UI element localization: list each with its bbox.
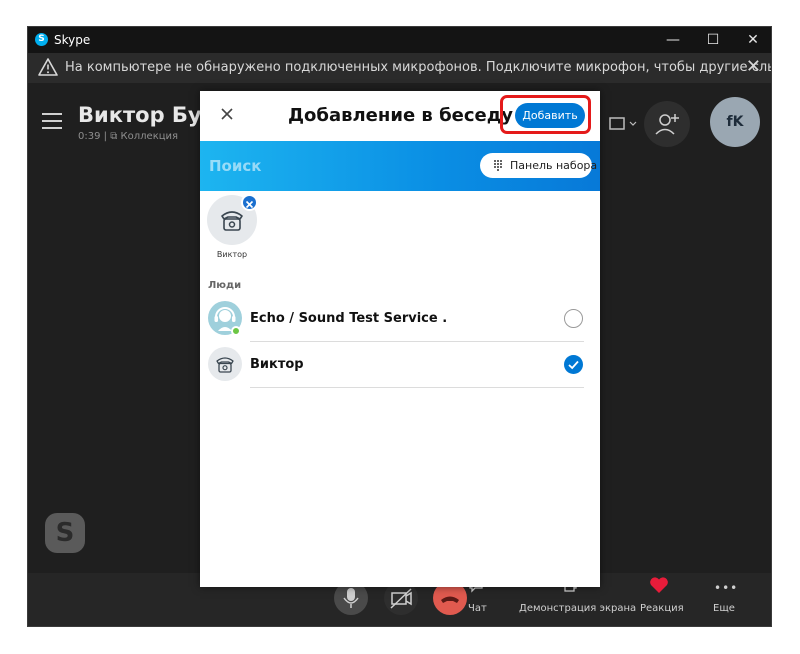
- add-person-icon: [655, 114, 679, 135]
- checkmark-icon: [568, 360, 579, 370]
- close-icon: [245, 200, 254, 209]
- minimize-button[interactable]: —: [653, 27, 693, 53]
- call-timer: 0:39: [78, 131, 101, 142]
- close-window-button[interactable]: ✕: [733, 27, 771, 53]
- add-button[interactable]: Добавить: [515, 103, 585, 128]
- remove-chip-button[interactable]: [241, 194, 258, 211]
- window-title: Skype: [54, 33, 91, 47]
- dialpad-icon: [494, 160, 502, 171]
- call-subtitle: 0:39 | ⧉ Коллекция: [78, 131, 178, 142]
- skype-logo-icon: S: [35, 33, 48, 46]
- more-icon[interactable]: •••: [714, 581, 738, 595]
- dialog-title: Добавление в беседу: [288, 105, 513, 126]
- more-label[interactable]: Еще: [713, 603, 735, 614]
- select-radio[interactable]: [564, 309, 583, 328]
- microphone-warning-bar: На компьютере не обнаружено подключенных…: [28, 53, 771, 83]
- call-separator: |: [103, 131, 108, 142]
- menu-icon[interactable]: [42, 113, 62, 134]
- add-to-conversation-dialog: Добавление в беседу Добавить Панель набо…: [200, 91, 600, 587]
- search-input[interactable]: [209, 155, 409, 177]
- add-participant-button[interactable]: [644, 101, 690, 147]
- maximize-button[interactable]: ☐: [693, 27, 733, 53]
- search-band: Панель набора: [200, 141, 600, 191]
- contact-name: Echo / Sound Test Service .: [250, 311, 448, 326]
- heart-icon[interactable]: [649, 576, 669, 598]
- list-item[interactable]: Виктор: [200, 342, 600, 388]
- collection-link[interactable]: Коллекция: [121, 131, 179, 142]
- reaction-label[interactable]: Реакция: [640, 603, 684, 614]
- dialpad-label: Панель набора: [510, 159, 598, 172]
- select-radio[interactable]: [564, 355, 583, 374]
- row-divider: [250, 387, 584, 388]
- chat-label[interactable]: Чат: [468, 603, 487, 614]
- contact-avatar: [208, 347, 242, 381]
- skype-watermark-icon: S: [45, 513, 85, 553]
- title-bar: S Skype — ☐ ✕: [28, 27, 771, 53]
- dialog-header: Добавление в беседу Добавить: [200, 91, 600, 141]
- people-section-label: Люди: [208, 280, 242, 291]
- warning-icon: [38, 58, 58, 76]
- close-icon: [221, 108, 233, 120]
- dialog-close-button[interactable]: [217, 104, 237, 124]
- layout-icon[interactable]: [608, 115, 638, 137]
- screen-share-label[interactable]: Демонстрация экрана: [519, 603, 636, 614]
- self-avatar[interactable]: fK: [710, 97, 760, 147]
- list-item[interactable]: Echo / Sound Test Service .: [200, 296, 600, 342]
- phone-icon: [216, 357, 234, 373]
- contact-name: Виктор: [250, 357, 304, 372]
- online-status-indicator: [231, 326, 241, 336]
- chip-label: Виктор: [216, 250, 248, 259]
- collection-icon: ⧉: [110, 131, 118, 142]
- warning-text: На компьютере не обнаружено подключенных…: [65, 60, 772, 75]
- dialpad-button[interactable]: Панель набора: [480, 153, 597, 178]
- dismiss-warning-button[interactable]: ✕: [746, 56, 761, 77]
